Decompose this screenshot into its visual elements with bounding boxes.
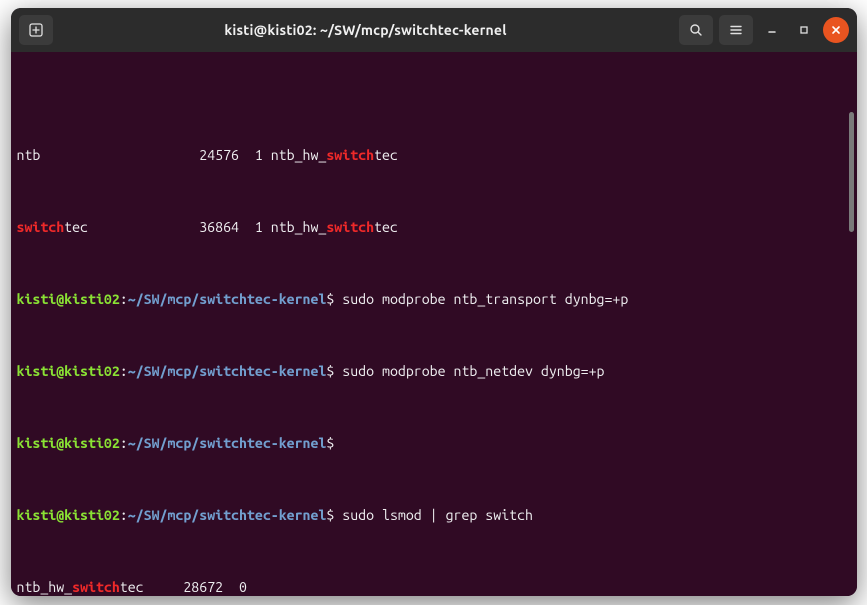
prompt-user: kisti@kisti02: [17, 363, 120, 379]
prompt-line: kisti@kisti02:~/SW/mcp/switchtec-kernel$…: [17, 362, 851, 380]
grep-match: switch: [326, 147, 374, 163]
prompt-line: kisti@kisti02:~/SW/mcp/switchtec-kernel$…: [17, 506, 851, 524]
text: tec: [374, 147, 398, 163]
prompt-line: kisti@kisti02:~/SW/mcp/switchtec-kernel$…: [17, 290, 851, 308]
prompt-colon: :: [120, 507, 128, 523]
hamburger-icon: [729, 23, 743, 37]
prompt-colon: :: [120, 291, 128, 307]
close-icon: [830, 24, 842, 36]
prompt-user: kisti@kisti02: [17, 435, 120, 451]
grep-match: switch: [72, 579, 120, 595]
output-line: ntb_hw_switchtec 28672 0: [17, 578, 851, 596]
close-button[interactable]: [823, 17, 849, 43]
command-text: [334, 435, 342, 451]
output-line: switchtec 36864 1 ntb_hw_switchtec: [17, 218, 851, 236]
text: ntb 24576 1 ntb_hw_: [17, 147, 327, 163]
prompt-path: ~/SW/mcp/switchtec-kernel: [128, 507, 327, 523]
search-icon: [689, 23, 703, 37]
grep-match: switch: [17, 219, 65, 235]
search-button[interactable]: [679, 15, 713, 45]
prompt-colon: :: [120, 363, 128, 379]
grep-match: switch: [326, 219, 374, 235]
prompt-colon: :: [120, 435, 128, 451]
maximize-button[interactable]: [791, 17, 817, 43]
menu-button[interactable]: [719, 15, 753, 45]
text: tec 28672 0: [120, 579, 247, 595]
scrollbar-thumb[interactable]: [849, 112, 854, 232]
output-line: ntb 24576 1 ntb_hw_switchtec: [17, 146, 851, 164]
command-text: sudo modprobe ntb_transport dynbg=+p: [334, 291, 628, 307]
terminal-viewport[interactable]: ntb 24576 1 ntb_hw_switchtec switchtec 3…: [11, 52, 857, 596]
text: tec: [374, 219, 398, 235]
titlebar-right: [679, 15, 849, 45]
prompt-path: ~/SW/mcp/switchtec-kernel: [128, 291, 327, 307]
minimize-icon: [766, 24, 778, 36]
prompt-line: kisti@kisti02:~/SW/mcp/switchtec-kernel$: [17, 434, 851, 452]
text: tec 36864 1 ntb_hw_: [64, 219, 326, 235]
terminal-window: kisti@kisti02: ~/SW/mcp/switchtec-kernel: [11, 8, 857, 596]
new-tab-button[interactable]: [19, 15, 53, 45]
command-text: sudo lsmod | grep switch: [334, 507, 533, 523]
prompt-path: ~/SW/mcp/switchtec-kernel: [128, 435, 327, 451]
text: ntb_hw_: [17, 579, 73, 595]
new-tab-icon: [29, 23, 43, 37]
prompt-user: kisti@kisti02: [17, 291, 120, 307]
prompt-path: ~/SW/mcp/switchtec-kernel: [128, 363, 327, 379]
titlebar: kisti@kisti02: ~/SW/mcp/switchtec-kernel: [11, 8, 857, 52]
maximize-icon: [798, 24, 810, 36]
command-text: sudo modprobe ntb_netdev dynbg=+p: [334, 363, 604, 379]
minimize-button[interactable]: [759, 17, 785, 43]
window-title: kisti@kisti02: ~/SW/mcp/switchtec-kernel: [59, 22, 673, 38]
prompt-user: kisti@kisti02: [17, 507, 120, 523]
